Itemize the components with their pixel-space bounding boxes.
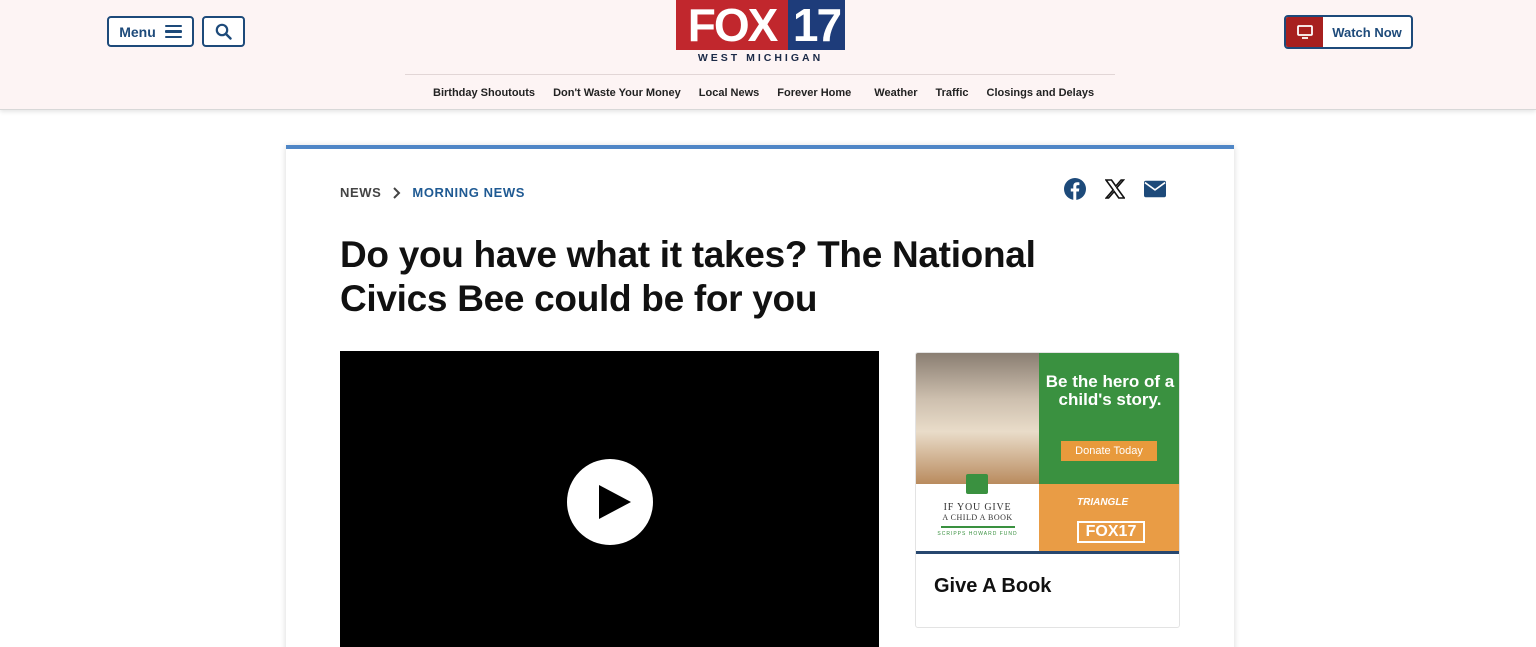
nav-divider xyxy=(405,74,1115,75)
book-line-3: SCRIPPS HOWARD FUND xyxy=(937,531,1018,537)
menu-label: Menu xyxy=(119,23,156,40)
scripps-howard-logo: IF YOU GIVE A CHILD A BOOK SCRIPPS HOWAR… xyxy=(916,474,1039,551)
menu-button[interactable]: Menu xyxy=(107,16,194,47)
promo-green-panel: Be the hero of a child's story. Donate T… xyxy=(1039,353,1179,484)
nav-closings-and-delays[interactable]: Closings and Delays xyxy=(978,87,1104,99)
share-bar xyxy=(1064,178,1166,200)
x-icon[interactable] xyxy=(1104,178,1126,200)
play-icon xyxy=(599,485,631,519)
promo-caption[interactable]: Give A Book xyxy=(934,575,1051,598)
breadcrumb-morning-news[interactable]: MORNING NEWS xyxy=(412,185,525,200)
nav-forever-home[interactable]: Forever Home xyxy=(768,87,862,99)
child-with-book-photo xyxy=(916,353,1039,484)
nav-traffic[interactable]: Traffic xyxy=(926,87,977,99)
search-button[interactable] xyxy=(202,16,245,47)
tv-icon xyxy=(1286,17,1323,47)
promo-card[interactable]: Be the hero of a child's story. Donate T… xyxy=(915,352,1180,628)
partner-logo-panel: TRIANGLE FOX17 xyxy=(1039,484,1179,551)
video-player[interactable] xyxy=(340,351,879,647)
watch-now-label: Watch Now xyxy=(1332,24,1402,40)
fox17-logo[interactable]: FOX 17 WEST MICHIGAN xyxy=(676,0,845,64)
book-icon xyxy=(966,474,988,494)
site-header: Menu FOX 17 WEST MICHIGAN Watch Now Birt… xyxy=(0,0,1536,110)
facebook-icon[interactable] xyxy=(1064,178,1086,200)
promo-divider xyxy=(916,551,1179,554)
main-nav: Birthday Shoutouts Don't Waste Your Mone… xyxy=(424,85,1103,101)
nav-birthday-shoutouts[interactable]: Birthday Shoutouts xyxy=(424,87,544,99)
logo-tagline: WEST MICHIGAN xyxy=(697,52,824,64)
nav-weather[interactable]: Weather xyxy=(862,87,926,99)
play-button[interactable] xyxy=(567,459,653,545)
book-line-1: IF YOU GIVE xyxy=(943,502,1012,513)
nav-dont-waste-your-money[interactable]: Don't Waste Your Money xyxy=(544,87,690,99)
book-rule xyxy=(940,526,1015,528)
hamburger-icon xyxy=(164,24,182,39)
triangle-logo: TRIANGLE xyxy=(1077,497,1129,508)
nav-local-news[interactable]: Local News xyxy=(690,87,769,99)
promo-hero-text: Be the hero of a child's story. xyxy=(1045,372,1175,409)
search-icon xyxy=(215,23,232,40)
breadcrumb-news[interactable]: NEWS xyxy=(340,185,381,200)
article-headline: Do you have what it takes? The National … xyxy=(340,234,1036,319)
donate-today-button[interactable]: Donate Today xyxy=(1061,441,1157,461)
fox17-small-logo: FOX17 xyxy=(1077,521,1145,543)
article-card: NEWS MORNING NEWS Do you have what it ta… xyxy=(286,145,1234,647)
watch-now-button[interactable]: Watch Now xyxy=(1284,15,1413,49)
chevron-right-icon xyxy=(393,186,401,199)
book-line-2: A CHILD A BOOK xyxy=(942,513,1013,522)
logo-number: 17 xyxy=(788,0,845,51)
email-icon[interactable] xyxy=(1144,178,1166,200)
breadcrumb: NEWS MORNING NEWS xyxy=(340,185,525,200)
logo-brand: FOX xyxy=(676,0,788,51)
